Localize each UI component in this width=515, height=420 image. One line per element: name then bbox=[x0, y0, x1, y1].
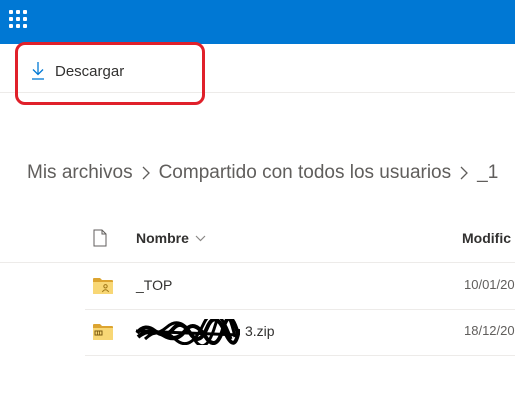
chevron-right-icon bbox=[451, 162, 477, 184]
zip-folder-icon bbox=[93, 324, 113, 340]
chevron-down-icon bbox=[195, 235, 206, 241]
download-button[interactable]: Descargar bbox=[30, 59, 124, 83]
breadcrumb: Mis archivos Compartido con todos los us… bbox=[27, 158, 498, 188]
file-icon[interactable] bbox=[93, 229, 107, 247]
column-header-name[interactable]: Nombre bbox=[136, 230, 206, 246]
redaction-scribble bbox=[135, 319, 240, 345]
breadcrumb-item-shared[interactable]: Compartido con todos los usuarios bbox=[159, 162, 452, 184]
modified-date: 18/12/20 bbox=[464, 323, 515, 338]
list-item[interactable]: _TOP 10/01/20 bbox=[85, 263, 515, 310]
waffle-icon[interactable] bbox=[9, 10, 27, 28]
column-header-name-label: Nombre bbox=[136, 230, 189, 246]
list-item[interactable]: 3.zip 18/12/20 bbox=[85, 309, 515, 356]
download-label: Descargar bbox=[55, 62, 125, 80]
command-bar: Descargar bbox=[0, 44, 515, 93]
file-name[interactable]: _TOP bbox=[136, 277, 172, 293]
breadcrumb-item-current[interactable]: _1 bbox=[477, 162, 498, 184]
modified-date: 10/01/20 bbox=[464, 277, 515, 292]
download-icon bbox=[32, 62, 44, 80]
breadcrumb-item-my-files[interactable]: Mis archivos bbox=[27, 162, 133, 184]
column-header-modified[interactable]: Modific bbox=[462, 230, 511, 246]
shared-folder-icon bbox=[93, 278, 113, 294]
list-header: Nombre Modific bbox=[0, 218, 515, 263]
file-name[interactable]: 3.zip bbox=[245, 323, 275, 339]
suite-header bbox=[0, 0, 515, 44]
chevron-right-icon bbox=[133, 162, 159, 184]
